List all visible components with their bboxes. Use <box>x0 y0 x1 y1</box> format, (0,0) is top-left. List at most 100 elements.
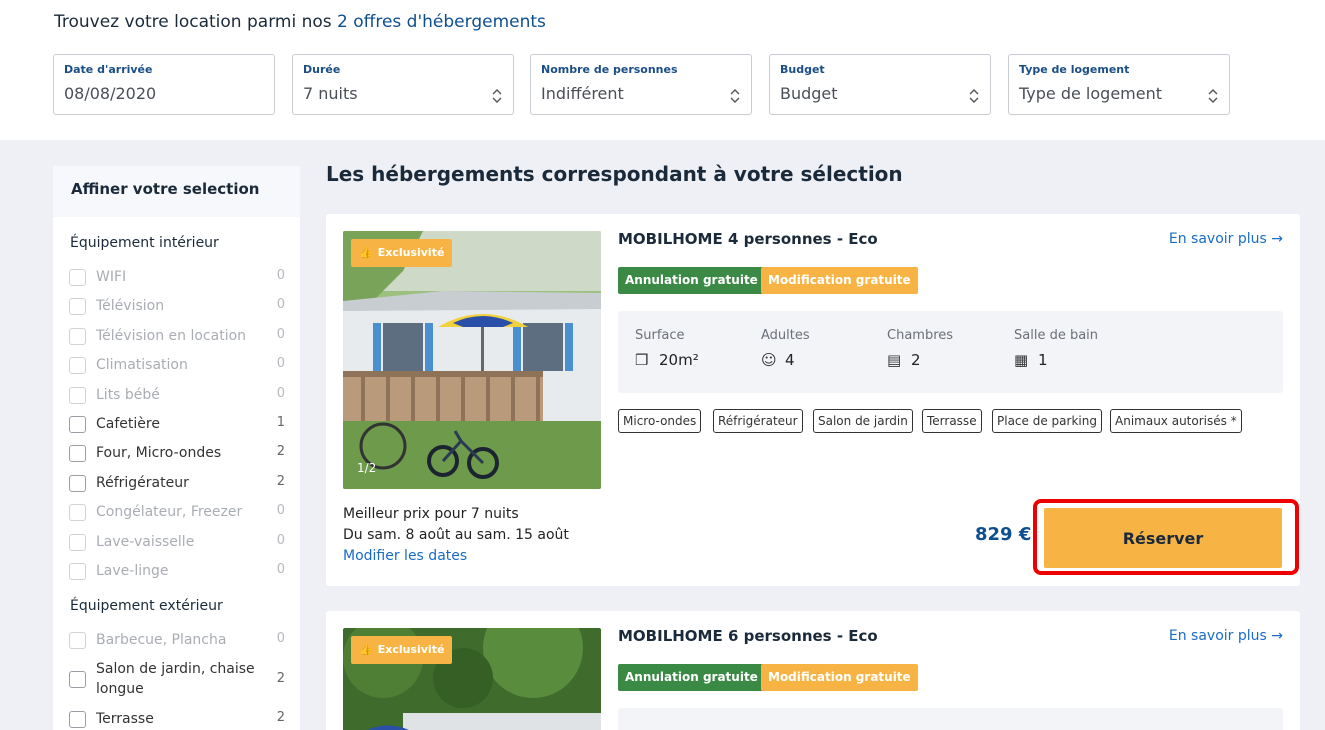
more-info-link[interactable]: En savoir plus → <box>1169 231 1283 247</box>
checkbox[interactable] <box>69 328 86 345</box>
option-count: 0 <box>276 386 285 401</box>
budget-select[interactable]: Budget Budget <box>769 54 991 115</box>
heading-prefix: Trouvez votre location parmi nos <box>54 12 332 32</box>
sidebar-title: Affiner votre selection <box>53 166 300 217</box>
thumbs-up-icon: 👍 <box>359 643 373 656</box>
checkbox[interactable] <box>69 269 86 286</box>
spec-label: Salle de bain <box>1014 328 1099 343</box>
exclusivity-badge: 👍 Exclusivité <box>351 636 453 664</box>
option-count: 1 <box>276 415 285 430</box>
spec-label: Surface <box>635 328 685 343</box>
option-label: Lave-linge <box>96 563 169 579</box>
chevron-updown-icon <box>730 89 740 103</box>
listing-title[interactable]: MOBILHOME 6 personnes - Eco <box>618 627 878 645</box>
checkbox[interactable] <box>69 563 86 580</box>
offers-count-link[interactable]: 2 offres d'hébergements <box>337 12 546 32</box>
option-count: 2 <box>276 710 285 725</box>
reserve-button[interactable]: Réserver <box>1044 508 1282 568</box>
amenity-chip: Réfrigérateur <box>713 409 803 433</box>
checkbox[interactable] <box>69 298 86 315</box>
listing-card: 👍 Exclusivité 1/2 MOBILHOME 4 personnes -… <box>326 214 1300 586</box>
more-info-link[interactable]: En savoir plus → <box>1169 628 1283 644</box>
arrival-date-field[interactable]: Date d'arrivée 08/08/2020 <box>53 54 275 115</box>
spec-value: 1 <box>1038 351 1048 369</box>
free-modification-tag: Modification gratuite <box>761 267 918 294</box>
option-count: 0 <box>276 327 285 342</box>
checkbox[interactable] <box>69 475 86 492</box>
best-price-text: Meilleur prix pour 7 nuits <box>343 506 519 522</box>
chevron-updown-icon <box>969 89 979 103</box>
field-label: Type de logement <box>1019 63 1130 76</box>
spec-value: 20m² <box>659 351 699 369</box>
free-cancellation-tag: Annulation gratuite <box>618 664 765 691</box>
option-count: 0 <box>276 268 285 283</box>
amenity-chip: Terrasse <box>922 409 982 433</box>
page-heading: Trouvez votre location parmi nos 2 offre… <box>54 12 546 32</box>
spec-bedrooms: Chambres ▤ 2 <box>887 328 953 369</box>
spec-surface: Surface ❒ 20m² <box>635 328 699 369</box>
modify-dates-link[interactable]: Modifier les dates <box>343 548 467 564</box>
checkbox[interactable] <box>69 632 86 649</box>
option-count: 0 <box>276 297 285 312</box>
amenity-chip: Micro-ondes <box>618 409 702 433</box>
listing-photo[interactable]: 👍 Exclusivité 1/2 <box>343 231 601 489</box>
filter-option[interactable]: Salon de jardin, chaise longue 2 <box>69 659 285 699</box>
option-label: Climatisation <box>96 357 188 373</box>
results-title: Les hébergements correspondant à votre s… <box>326 162 903 186</box>
bed-icon: ▤ <box>887 351 902 369</box>
chevron-updown-icon <box>492 89 502 103</box>
option-label: Congélateur, Freezer <box>96 504 243 520</box>
price: 829 € <box>975 524 1032 545</box>
section-title: Équipement intérieur <box>70 235 219 251</box>
option-count: 0 <box>276 533 285 548</box>
option-count: 2 <box>276 671 285 686</box>
surface-icon: ❒ <box>635 351 649 369</box>
field-label: Budget <box>780 63 825 76</box>
option-count: 0 <box>276 503 285 518</box>
field-value: 08/08/2020 <box>64 84 157 103</box>
checkbox[interactable] <box>69 671 86 688</box>
mobilhome-photo-illustration <box>343 231 601 489</box>
spec-adults: Adultes ☺ 4 <box>761 328 810 369</box>
option-count: 0 <box>276 562 285 577</box>
shower-icon: ▦ <box>1014 351 1029 369</box>
checkbox[interactable] <box>69 711 86 728</box>
spec-value: 2 <box>911 351 921 369</box>
option-label: Lits bébé <box>96 387 160 403</box>
spec-label: Chambres <box>887 328 954 343</box>
free-cancellation-tag: Annulation gratuite <box>618 267 765 294</box>
checkbox[interactable] <box>69 357 86 374</box>
option-label: Télévision <box>96 298 165 314</box>
checkbox[interactable] <box>69 416 86 433</box>
specs-panel: Surface ❒ 20m² Adultes ☺ 4 Chambres ▤ 2 Sal… <box>618 311 1283 393</box>
option-count: 0 <box>276 356 285 371</box>
photo-pager: 1/2 <box>357 461 377 475</box>
duration-select[interactable]: Durée 7 nuits <box>292 54 514 115</box>
badge-label: Exclusivité <box>377 643 445 656</box>
option-label: Télévision en location <box>96 328 247 344</box>
badge-label: Exclusivité <box>377 246 445 259</box>
listing-title[interactable]: MOBILHOME 4 personnes - Eco <box>618 230 878 248</box>
option-label: WIFI <box>96 269 127 285</box>
lodging-type-select[interactable]: Type de logement Type de logement <box>1008 54 1230 115</box>
option-label: Barbecue, Plancha <box>96 632 227 648</box>
checkbox[interactable] <box>69 534 86 551</box>
field-value: Indifférent <box>541 84 624 103</box>
person-icon: ☺ <box>761 351 777 369</box>
option-label: Salon de jardin, chaise longue <box>96 661 255 697</box>
specs-panel <box>618 708 1283 730</box>
option-count: 2 <box>276 474 285 489</box>
persons-select[interactable]: Nombre de personnes Indifférent <box>530 54 752 115</box>
amenity-chip: Salon de jardin <box>813 409 913 433</box>
spec-label: Adultes <box>761 328 810 343</box>
option-label: Terrasse <box>96 711 154 727</box>
amenity-chip: Animaux autorisés * <box>1110 409 1242 433</box>
spec-bathroom: Salle de bain ▦ 1 <box>1014 328 1098 369</box>
checkbox[interactable] <box>69 445 86 462</box>
option-label: Cafetière <box>96 416 160 432</box>
listing-photo[interactable]: 👍 Exclusivité <box>343 628 601 730</box>
checkbox[interactable] <box>69 387 86 404</box>
checkbox[interactable] <box>69 504 86 521</box>
field-label: Nombre de personnes <box>541 63 678 76</box>
reserve-highlight: Réserver <box>1033 499 1299 575</box>
